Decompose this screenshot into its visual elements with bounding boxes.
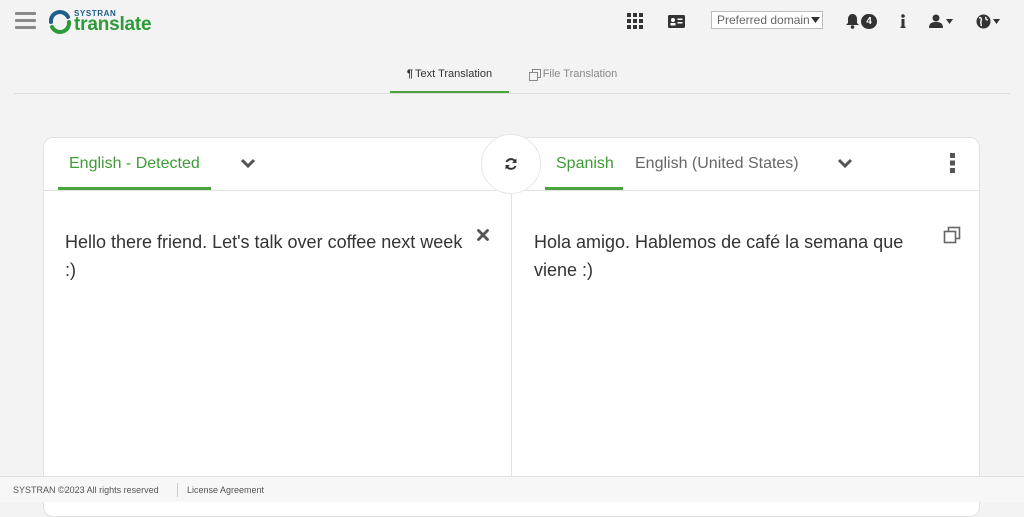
panel-divider [511,191,512,491]
target-language-tab-english-us[interactable]: English (United States) [635,155,799,173]
tab-label: File Translation [542,68,618,80]
user-menu-button[interactable] [929,10,953,32]
source-language-tab[interactable]: English - Detected [69,155,200,173]
caret-down-icon [946,18,953,24]
logo[interactable]: SYSTRAN translate [47,8,162,36]
source-text-input[interactable]: Hello there friend. Let's talk over coff… [65,228,465,284]
footer-separator [177,483,178,497]
notifications-button[interactable]: 4 [843,10,879,32]
globe-icon [976,14,991,28]
tab-text-translation[interactable]: ¶ Text Translation [390,64,509,93]
notification-count-badge: 4 [861,13,877,29]
logo-mark-icon [48,10,72,34]
license-agreement-link[interactable]: License Agreement [187,485,264,495]
paragraph-icon: ¶ [406,68,414,80]
preferred-domain-value: Preferred domain [717,13,810,27]
copy-translation-icon[interactable] [943,226,961,244]
target-language-underline [545,187,623,190]
swap-languages-button[interactable] [481,134,541,194]
tab-label: Text Translation [415,68,493,80]
translated-text-output: Hola amigo. Hablemos de café la semana q… [534,232,904,280]
info-icon[interactable] [897,10,909,32]
target-language-chevron-down-icon[interactable] [837,158,853,170]
apps-grid-icon[interactable] [626,10,644,32]
footer-copyright: SYSTRAN ©2023 All rights reserved [13,485,159,495]
file-copy-icon [528,69,541,81]
caret-down-icon [993,18,1000,24]
more-options-icon[interactable] [949,152,957,174]
hamburger-menu-button[interactable] [15,12,36,30]
swap-arrows-icon [505,158,517,170]
clear-text-icon[interactable] [477,229,489,241]
tab-file-translation[interactable]: File Translation [521,64,625,93]
contact-card-icon[interactable] [667,10,685,32]
source-language-chevron-down-icon[interactable] [240,158,256,170]
target-language-tab-spanish[interactable]: Spanish [556,155,614,173]
source-language-underline [58,187,211,190]
user-icon [929,14,943,28]
bell-icon [846,14,859,29]
footer: SYSTRAN ©2023 All rights reserved Licens… [0,476,1024,502]
caret-down-icon [810,17,820,23]
language-menu-button[interactable] [976,10,1000,32]
logo-wordmark: translate [74,14,152,35]
tabs-divider [14,93,1010,94]
preferred-domain-select[interactable]: Preferred domain [711,11,823,29]
